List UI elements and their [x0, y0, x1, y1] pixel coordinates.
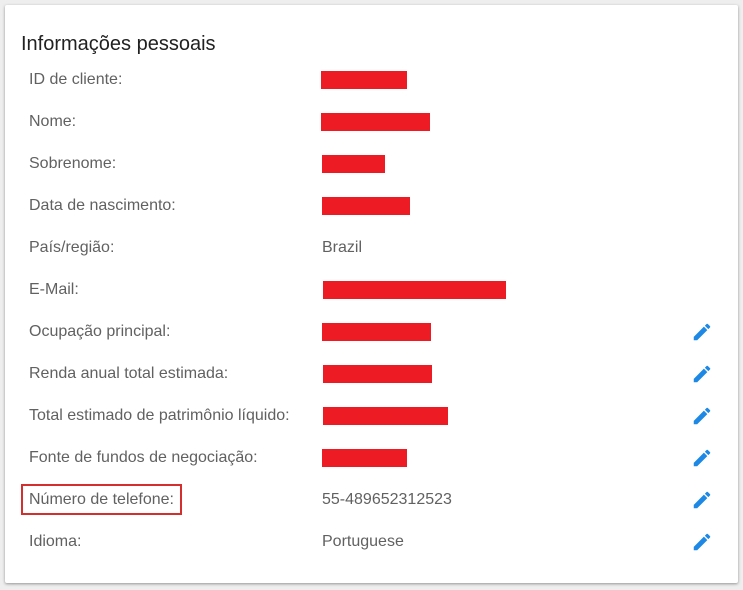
- language-value: Portuguese: [322, 533, 404, 550]
- phone-value: 55-489652312523: [322, 491, 452, 508]
- pencil-icon: [693, 449, 711, 467]
- edit-language-button[interactable]: [689, 529, 715, 555]
- email-redacted-value: [323, 281, 506, 299]
- row-first-name: Nome:: [5, 101, 738, 143]
- customer-id-redacted-value: [321, 71, 407, 89]
- source-of-funds-label: Fonte de fundos de negociação:: [29, 449, 258, 466]
- last-name-redacted-value: [322, 155, 385, 173]
- country-value: Brazil: [322, 239, 363, 256]
- occupation-redacted-value: [322, 323, 431, 341]
- language-label: Idioma:: [29, 533, 82, 550]
- card-title: Informações pessoais: [21, 33, 216, 55]
- row-annual-income: Renda anual total estimada:: [5, 353, 738, 395]
- row-email: E-Mail:: [5, 269, 738, 311]
- row-source-of-funds: Fonte de fundos de negociação:: [5, 437, 738, 479]
- row-net-worth: Total estimado de patrimônio líquido:: [5, 395, 738, 437]
- row-birth-date: Data de nascimento:: [5, 185, 738, 227]
- pencil-icon: [693, 533, 711, 551]
- edit-source-of-funds-button[interactable]: [689, 445, 715, 471]
- first-name-redacted-value: [321, 113, 430, 131]
- pencil-icon: [693, 407, 711, 425]
- birth-date-redacted-value: [322, 197, 410, 215]
- net-worth-redacted-value: [323, 407, 448, 425]
- last-name-label: Sobrenome:: [29, 155, 117, 172]
- pencil-icon: [693, 323, 711, 341]
- edit-phone-button[interactable]: [689, 487, 715, 513]
- pencil-icon: [693, 365, 711, 383]
- row-language: Idioma: Portuguese: [5, 521, 738, 563]
- row-country: País/região: Brazil: [5, 227, 738, 269]
- edit-occupation-button[interactable]: [689, 319, 715, 345]
- row-last-name: Sobrenome:: [5, 143, 738, 185]
- row-customer-id: ID de cliente:: [5, 59, 738, 101]
- pencil-icon: [693, 491, 711, 509]
- net-worth-label: Total estimado de patrimônio líquido:: [29, 407, 290, 424]
- row-occupation: Ocupação principal:: [5, 311, 738, 353]
- source-of-funds-redacted-value: [322, 449, 407, 467]
- customer-id-label: ID de cliente:: [29, 71, 123, 88]
- email-label: E-Mail:: [29, 281, 79, 298]
- occupation-label: Ocupação principal:: [29, 323, 171, 340]
- edit-annual-income-button[interactable]: [689, 361, 715, 387]
- phone-label-highlight-box: [21, 484, 182, 515]
- annual-income-redacted-value: [323, 365, 432, 383]
- first-name-label: Nome:: [29, 113, 77, 130]
- annual-income-label: Renda anual total estimada:: [29, 365, 229, 382]
- country-label: País/região:: [29, 239, 115, 256]
- edit-net-worth-button[interactable]: [689, 403, 715, 429]
- personal-info-card: Informações pessoais ID de cliente: Nome…: [5, 5, 738, 583]
- birth-date-label: Data de nascimento:: [29, 197, 176, 214]
